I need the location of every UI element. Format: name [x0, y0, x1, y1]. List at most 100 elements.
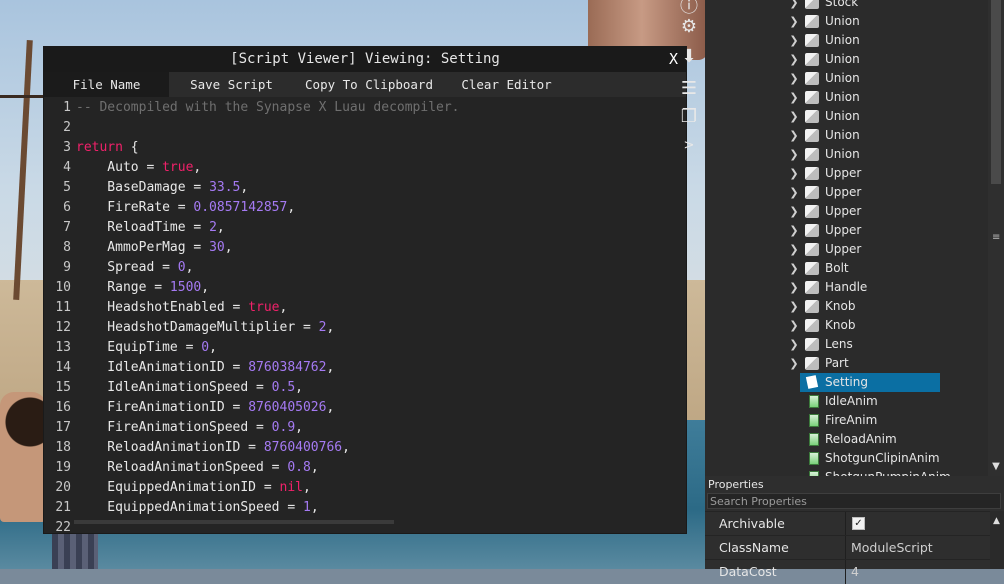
code-text: Auto = true,: [76, 158, 201, 178]
download-icon[interactable]: ⬇: [677, 46, 701, 67]
code-token: 1500: [169, 280, 202, 295]
explorer-item[interactable]: ❯ Union: [705, 69, 987, 88]
window-icon[interactable]: ❐: [677, 106, 701, 127]
save-script-button[interactable]: Save Script: [169, 72, 294, 97]
explorer-item[interactable]: ❯ Union: [705, 145, 987, 164]
property-row-classname[interactable]: ClassName ModuleScript: [705, 535, 990, 560]
code-token: 0: [201, 340, 210, 355]
union-part-icon: [805, 281, 819, 294]
copy-to-clipboard-button[interactable]: Copy To Clipboard: [294, 72, 444, 97]
expand-arrow-icon[interactable]: ❯: [788, 164, 800, 183]
explorer-item[interactable]: ❯ Handle: [705, 278, 987, 297]
explorer-item[interactable]: ❯ Union: [705, 107, 987, 126]
gear-icon[interactable]: ⚙: [677, 16, 701, 37]
expand-arrow-icon[interactable]: ❯: [788, 335, 800, 354]
explorer-item[interactable]: ❯ Union: [705, 12, 987, 31]
code-line: 9 Spread = 0,: [44, 258, 686, 278]
explorer-item[interactable]: ❯ Upper: [705, 240, 987, 259]
expand-arrow-icon[interactable]: ❯: [788, 297, 800, 316]
explorer-item[interactable]: ReloadAnim: [705, 430, 987, 449]
explorer-item[interactable]: ❯ Upper: [705, 183, 987, 202]
explorer-item[interactable]: Setting: [705, 373, 987, 392]
clear-editor-button[interactable]: Clear Editor: [444, 72, 569, 97]
line-number: 12: [55, 320, 71, 335]
expand-arrow-icon[interactable]: ❯: [788, 12, 800, 31]
code-text: EquippedAnimationID = nil,: [76, 478, 311, 498]
property-row-datacost[interactable]: DataCost 4: [705, 559, 990, 584]
menu-icon[interactable]: ☰: [677, 78, 701, 99]
expand-arrow-icon[interactable]: ❯: [788, 69, 800, 88]
line-number: 16: [55, 400, 71, 415]
code-token: 0.9: [271, 420, 296, 435]
explorer-item[interactable]: FireAnim: [705, 411, 987, 430]
code-line: 14 IdleAnimationID = 8760384762,: [44, 358, 686, 378]
code-token: 1: [302, 500, 311, 515]
property-row-archivable[interactable]: Archivable ✓: [705, 511, 990, 536]
explorer-item-label: FireAnim: [825, 413, 878, 427]
expand-arrow-icon[interactable]: ❯: [788, 240, 800, 259]
expand-arrow-icon[interactable]: ❯: [788, 354, 800, 373]
code-line: 16 FireAnimationID = 8760405026,: [44, 398, 686, 418]
explorer-item[interactable]: ❯ Lens: [705, 335, 987, 354]
expand-arrow-icon[interactable]: ❯: [788, 50, 800, 69]
scroll-up-icon[interactable]: ▲: [993, 516, 1000, 526]
code-token: HeadshotEnabled =: [76, 300, 249, 315]
explorer-scrollbar-thumb[interactable]: [991, 0, 1001, 184]
explorer-item[interactable]: ❯ Union: [705, 50, 987, 69]
code-token: -- Decompiled with the Synapse X Luau de…: [76, 100, 460, 115]
explorer-item[interactable]: ShotgunPumpinAnim: [705, 468, 987, 476]
union-part-icon: [805, 338, 819, 351]
explorer-item[interactable]: ❯ Upper: [705, 221, 987, 240]
explorer-item-label: Upper: [825, 223, 862, 237]
arrow-right-icon[interactable]: >: [677, 138, 701, 153]
explorer-item[interactable]: ❯ Knob: [705, 297, 987, 316]
expand-arrow-icon[interactable]: ❯: [788, 107, 800, 126]
selection-highlight: [800, 373, 940, 392]
search-properties-input[interactable]: Search Properties: [707, 493, 1001, 509]
explorer-item[interactable]: ❯ Union: [705, 88, 987, 107]
expand-arrow-icon[interactable]: ❯: [788, 183, 800, 202]
scroll-down-icon[interactable]: ▼: [988, 458, 1004, 476]
explorer-item[interactable]: ❯ Part: [705, 354, 987, 373]
archivable-checkbox[interactable]: ✓: [852, 517, 865, 530]
explorer-panel: ❯ Stock ❯ Union ❯ Union ❯ Union ❯ Union ❯ Union ❯ Uni…: [705, 0, 1004, 476]
explorer-item[interactable]: ❯ Knob: [705, 316, 987, 335]
explorer-item-label: ShotgunClipinAnim: [825, 451, 940, 465]
expand-arrow-icon[interactable]: ❯: [788, 0, 800, 12]
expand-arrow-icon[interactable]: ❯: [788, 126, 800, 145]
code-editor[interactable]: 1 -- Decompiled with the Synapse X Luau d…: [44, 97, 686, 533]
explorer-item[interactable]: ❯ Upper: [705, 202, 987, 221]
code-token: return: [76, 140, 123, 155]
code-token: Spread =: [76, 260, 178, 275]
code-line: 10 Range = 1500,: [44, 278, 686, 298]
file-name-tab[interactable]: File Name: [44, 72, 169, 97]
tool-icon-strip: ⓘ ⚙ ⬇ ☰ ❐ >: [673, 0, 705, 170]
explorer-item[interactable]: ❯ Bolt: [705, 259, 987, 278]
explorer-item[interactable]: ❯ Union: [705, 31, 987, 50]
script-viewer-titlebar[interactable]: [Script Viewer] Viewing: Setting X: [44, 47, 686, 72]
explorer-item-label: Knob: [825, 318, 856, 332]
expand-arrow-icon[interactable]: ❯: [788, 202, 800, 221]
horizontal-scrollbar[interactable]: [74, 520, 394, 524]
explorer-item[interactable]: ShotgunClipinAnim: [705, 449, 987, 468]
expand-arrow-icon[interactable]: ❯: [788, 88, 800, 107]
code-line: 4 Auto = true,: [44, 158, 686, 178]
property-name: Archivable: [719, 516, 785, 531]
union-part-icon: [805, 357, 819, 370]
code-token: true: [248, 300, 280, 315]
expand-arrow-icon[interactable]: ❯: [788, 316, 800, 335]
explorer-item[interactable]: ❯ Stock: [705, 0, 987, 12]
code-line: 19 ReloadAnimationSpeed = 0.8,: [44, 458, 686, 478]
explorer-item-label: Union: [825, 52, 860, 66]
expand-arrow-icon[interactable]: ❯: [788, 278, 800, 297]
code-text: FireAnimationID = 8760405026,: [76, 398, 334, 418]
explorer-item[interactable]: ❯ Union: [705, 126, 987, 145]
expand-arrow-icon[interactable]: ❯: [788, 145, 800, 164]
expand-arrow-icon[interactable]: ❯: [788, 31, 800, 50]
explorer-item[interactable]: ❯ Upper: [705, 164, 987, 183]
expand-arrow-icon[interactable]: ❯: [788, 259, 800, 278]
explorer-item[interactable]: IdleAnim: [705, 392, 987, 411]
expand-arrow-icon[interactable]: ❯: [788, 221, 800, 240]
explorer-item-label: Stock: [825, 0, 859, 9]
explorer-item-label: ReloadAnim: [825, 432, 897, 446]
